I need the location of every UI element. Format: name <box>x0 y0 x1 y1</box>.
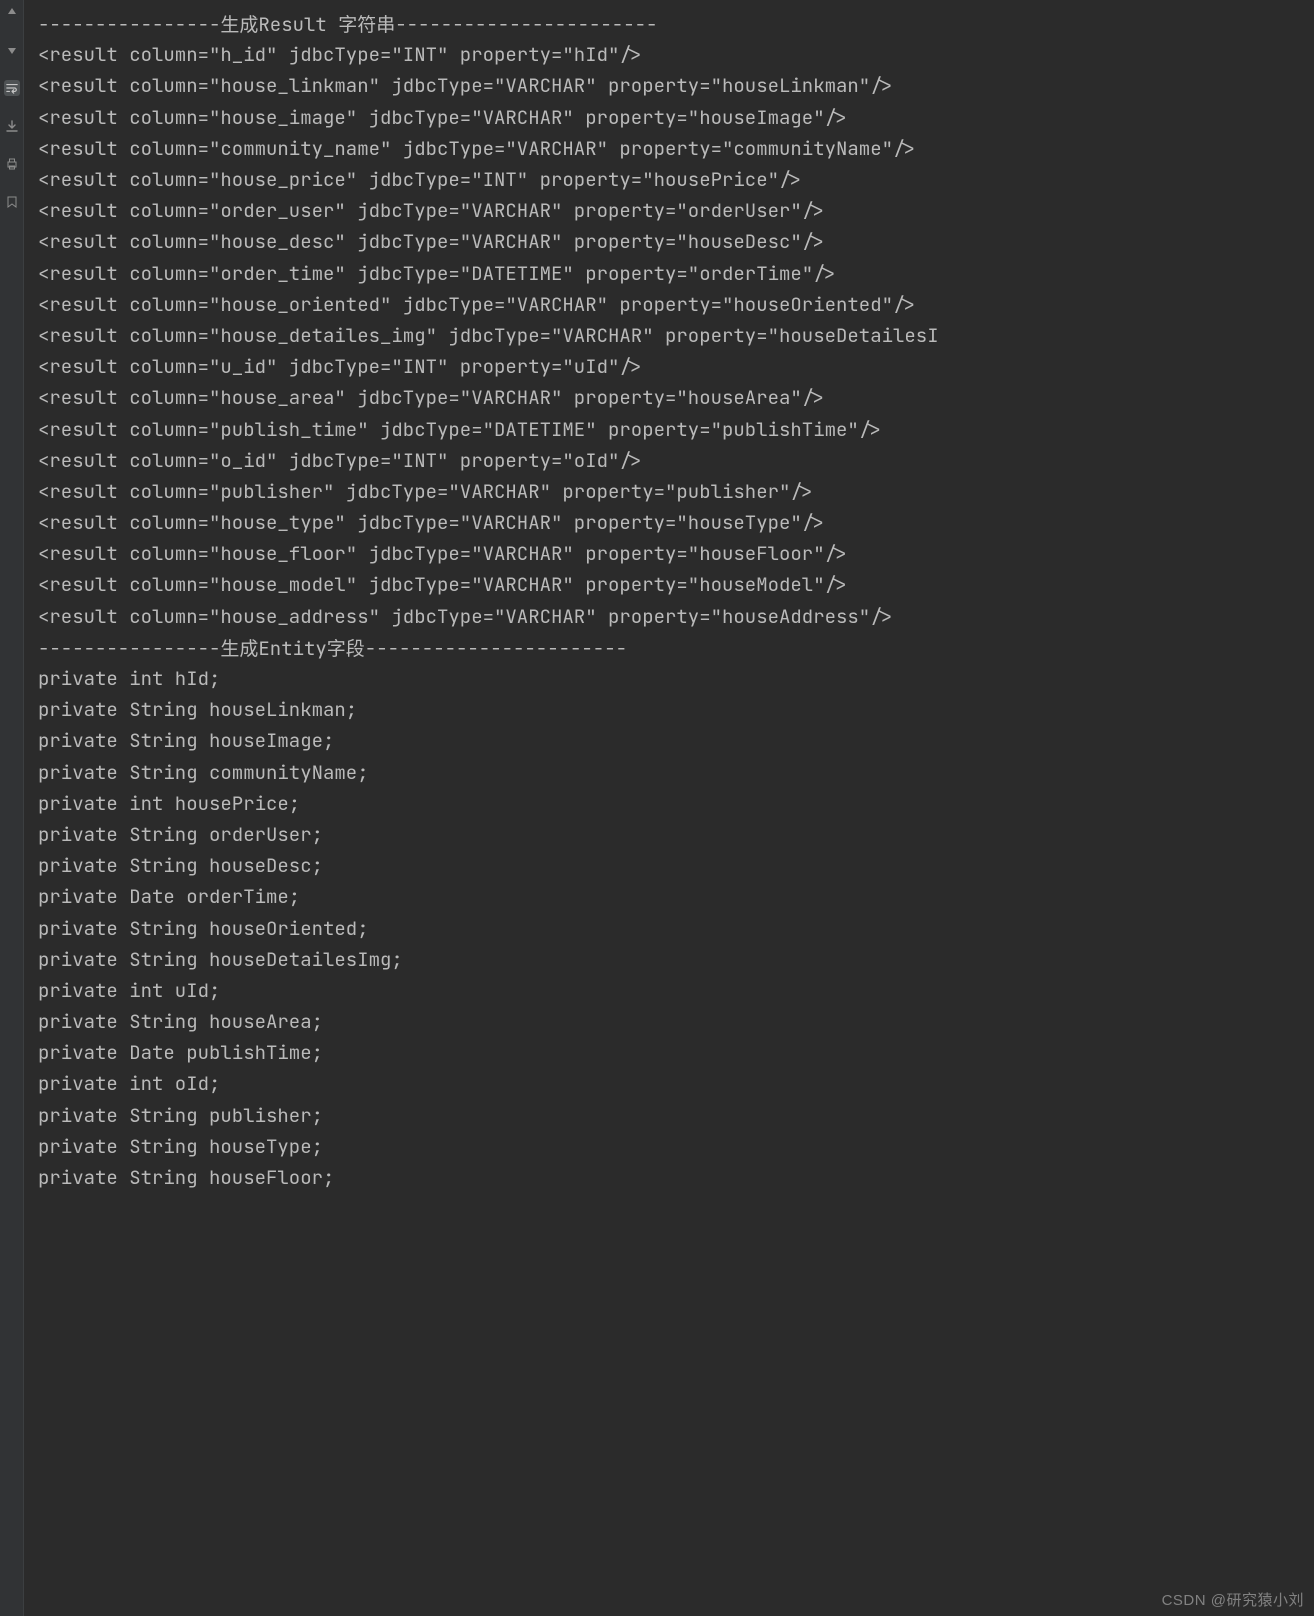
code-line[interactable]: <result column="house_address" jdbcType=… <box>38 601 1314 632</box>
watermark-text: CSDN @研究猿小刘 <box>1162 1589 1304 1610</box>
wrap-icon[interactable] <box>4 80 20 96</box>
download-icon[interactable] <box>4 118 20 134</box>
code-line[interactable]: private String houseLinkman; <box>38 694 1314 725</box>
code-line[interactable]: private String houseArea; <box>38 1006 1314 1037</box>
code-line[interactable]: <result column="order_time" jdbcType="DA… <box>38 258 1314 289</box>
code-line[interactable]: private String publisher; <box>38 1100 1314 1131</box>
code-line[interactable]: private Date publishTime; <box>38 1037 1314 1068</box>
code-line[interactable]: <result column="publish_time" jdbcType="… <box>38 413 1314 444</box>
arrow-up-icon[interactable] <box>4 4 20 20</box>
code-line[interactable]: <result column="house_desc" jdbcType="VA… <box>38 226 1314 257</box>
code-line[interactable]: private String houseOriented; <box>38 912 1314 943</box>
code-line[interactable]: <result column="publisher" jdbcType="VAR… <box>38 476 1314 507</box>
code-line[interactable]: private int hId; <box>38 663 1314 694</box>
code-line[interactable]: <result column="house_model" jdbcType="V… <box>38 569 1314 600</box>
code-line[interactable]: <result column="house_linkman" jdbcType=… <box>38 70 1314 101</box>
code-line[interactable]: private String houseFloor; <box>38 1162 1314 1193</box>
code-line[interactable]: private String houseDesc; <box>38 850 1314 881</box>
code-line[interactable]: private String houseType; <box>38 1131 1314 1162</box>
code-line[interactable]: <result column="house_area" jdbcType="VA… <box>38 382 1314 413</box>
code-line[interactable]: <result column="o_id" jdbcType="INT" pro… <box>38 445 1314 476</box>
code-line[interactable]: <result column="house_detailes_img" jdbc… <box>38 320 1314 351</box>
code-line[interactable]: <result column="house_price" jdbcType="I… <box>38 164 1314 195</box>
code-line[interactable]: <result column="order_user" jdbcType="VA… <box>38 195 1314 226</box>
code-line[interactable]: <result column="house_type" jdbcType="VA… <box>38 507 1314 538</box>
code-line[interactable]: <result column="house_image" jdbcType="V… <box>38 102 1314 133</box>
code-line[interactable]: <result column="u_id" jdbcType="INT" pro… <box>38 351 1314 382</box>
code-line[interactable]: <result column="community_name" jdbcType… <box>38 133 1314 164</box>
code-line[interactable]: private int housePrice; <box>38 788 1314 819</box>
bookmark-icon[interactable] <box>4 194 20 210</box>
editor-gutter <box>0 0 24 1616</box>
code-line[interactable]: <result column="house_oriented" jdbcType… <box>38 289 1314 320</box>
code-line[interactable]: private Date orderTime; <box>38 881 1314 912</box>
code-line[interactable]: private String orderUser; <box>38 819 1314 850</box>
code-line[interactable]: ----------------生成Result 字符串------------… <box>38 8 1314 39</box>
code-line[interactable]: private String houseImage; <box>38 725 1314 756</box>
code-line[interactable]: private int uId; <box>38 975 1314 1006</box>
code-line[interactable]: <result column="h_id" jdbcType="INT" pro… <box>38 39 1314 70</box>
code-line[interactable]: ----------------生成Entity字段--------------… <box>38 632 1314 663</box>
code-line[interactable]: <result column="house_floor" jdbcType="V… <box>38 538 1314 569</box>
arrow-down-icon[interactable] <box>4 42 20 58</box>
code-line[interactable]: private String houseDetailesImg; <box>38 944 1314 975</box>
code-line[interactable]: private int oId; <box>38 1068 1314 1099</box>
code-line[interactable]: private String communityName; <box>38 757 1314 788</box>
printer-icon[interactable] <box>4 156 20 172</box>
code-editor[interactable]: ----------------生成Result 字符串------------… <box>24 0 1314 1616</box>
